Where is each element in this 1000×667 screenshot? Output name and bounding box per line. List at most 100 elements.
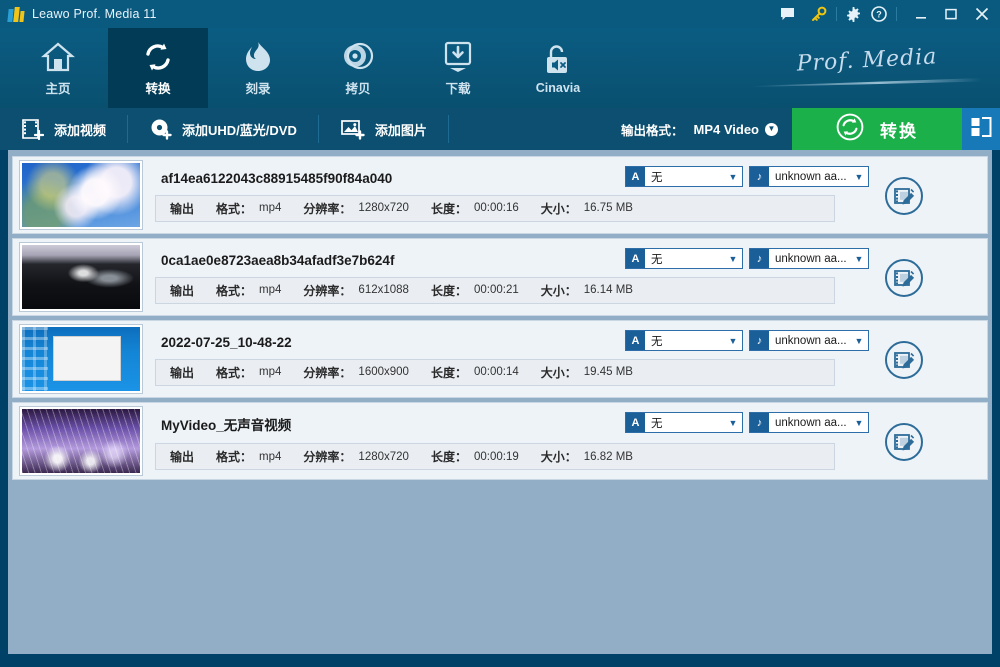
edit-video-button[interactable] <box>883 257 925 299</box>
resolution-label: 分辨率： <box>303 201 352 216</box>
convert-icon <box>142 39 174 73</box>
audio-select[interactable]: ♪ unknown aa... ▼ <box>749 330 869 351</box>
output-format-value-wrap[interactable]: MP4 Video ▼ <box>693 122 778 137</box>
subtitle-icon: A <box>626 249 645 268</box>
edit-video-button[interactable] <box>883 175 925 217</box>
add-photo-label: 添加图片 <box>374 122 427 138</box>
cinavia-icon <box>543 42 573 76</box>
title-bar-left: Leawo Prof. Media 11 <box>7 6 157 22</box>
close-icon[interactable] <box>966 0 998 28</box>
subtitle-select[interactable]: A 无 ▼ <box>625 248 743 269</box>
size-value: 19.45 MB <box>583 366 633 378</box>
nav-item-burn[interactable]: 刻录 <box>208 28 308 108</box>
home-icon <box>41 39 75 73</box>
add-disc-icon <box>150 118 172 140</box>
add-video-icon <box>22 118 44 140</box>
add-disc-label: 添加UHD/蓝光/DVD <box>182 122 297 138</box>
subtitle-value: 无 <box>651 171 663 184</box>
resolution-value: 1280x720 <box>358 202 409 214</box>
subtitle-select[interactable]: A 无 ▼ <box>625 412 743 433</box>
subtitle-value: 无 <box>651 335 663 348</box>
subtitle-icon: A <box>626 331 645 350</box>
audio-value: unknown aa... <box>775 416 847 429</box>
music-note-icon: ♪ <box>750 249 769 268</box>
size-label: 大小： <box>540 283 577 298</box>
chevron-down-icon: ▼ <box>728 171 738 182</box>
add-photo-button[interactable]: 添加图片 <box>319 108 449 150</box>
duration-label: 长度： <box>430 201 467 216</box>
app-title: Leawo Prof. Media 11 <box>32 7 157 21</box>
resolution-label: 分辨率： <box>303 283 352 298</box>
nav-item-home[interactable]: 主页 <box>8 28 108 108</box>
feedback-icon[interactable] <box>774 0 800 28</box>
output-label: 输出 <box>170 365 195 380</box>
convert-button-label: 转换 <box>880 121 918 141</box>
panel-layout-icon <box>970 116 992 143</box>
music-note-icon: ♪ <box>750 331 769 350</box>
main-nav: 主页 转换 刻录 拷贝 下载 Cinavia Prof. Media <box>0 28 1000 108</box>
edit-video-button[interactable] <box>883 339 925 381</box>
format-value: mp4 <box>259 284 282 296</box>
chevron-down-icon: ▼ <box>728 335 738 346</box>
audio-select[interactable]: ♪ unknown aa... ▼ <box>749 166 869 187</box>
size-label: 大小： <box>540 201 577 216</box>
minimize-icon[interactable] <box>906 0 936 28</box>
format-value: mp4 <box>259 366 282 378</box>
edit-video-button[interactable] <box>883 421 925 463</box>
file-info-bar: 输出 格式： mp4 分辨率： 1280x720 长度： 00:00:19 大小… <box>155 443 835 470</box>
format-label: 格式： <box>216 450 253 464</box>
duration-label: 长度： <box>430 450 467 464</box>
panel-layout-button[interactable] <box>962 108 1000 150</box>
table-row[interactable]: 0ca1ae0e8723aea8b34afadf3e7b624f 输出 格式： … <box>12 238 988 316</box>
table-row[interactable]: 2022-07-25_10-48-22 输出 格式： mp4 分辨率： 1600… <box>12 320 988 398</box>
audio-value: unknown aa... <box>775 170 847 183</box>
table-row[interactable]: MyVideo_无声音视频 输出 格式： mp4 分辨率： 1280x720 长… <box>12 402 988 480</box>
svg-text:?: ? <box>876 10 882 20</box>
output-label: 输出 <box>170 201 195 216</box>
help-icon[interactable]: ? <box>866 0 897 28</box>
convert-action-icon <box>836 113 864 146</box>
nav-item-home-label: 主页 <box>45 82 71 96</box>
nav-item-cinavia[interactable]: Cinavia <box>508 28 608 108</box>
video-thumbnail <box>19 160 143 230</box>
nav-item-copy-label: 拷贝 <box>345 82 371 96</box>
nav-item-download[interactable]: 下载 <box>408 28 508 108</box>
subtitle-value: 无 <box>651 253 663 266</box>
duration-value: 00:00:14 <box>473 366 519 378</box>
format-label: 格式： <box>216 365 253 380</box>
output-format[interactable]: 输出格式： MP4 Video ▼ <box>621 120 792 139</box>
key-icon[interactable] <box>806 0 837 28</box>
table-row[interactable]: af14ea6122043c88915485f90f84a040 输出 格式： … <box>12 156 988 234</box>
subtitle-select[interactable]: A 无 ▼ <box>625 330 743 351</box>
output-format-label: 输出格式： <box>620 123 684 138</box>
resolution-label: 分辨率： <box>303 450 352 464</box>
chevron-down-icon: ▼ <box>854 417 864 428</box>
chevron-down-icon: ▼ <box>854 171 864 182</box>
nav-item-convert[interactable]: 转换 <box>108 28 208 108</box>
size-label: 大小： <box>540 450 577 464</box>
output-format-value: MP4 Video <box>693 121 759 137</box>
audio-select[interactable]: ♪ unknown aa... ▼ <box>749 412 869 433</box>
add-disc-button[interactable]: 添加UHD/蓝光/DVD <box>128 108 319 150</box>
row-selectors: A 无 ▼ ♪ unknown aa... ▼ <box>625 166 869 187</box>
convert-button[interactable]: 转换 <box>792 108 962 150</box>
copy-icon <box>342 39 374 73</box>
audio-value: unknown aa... <box>775 252 847 265</box>
brand-logo: Prof. Media <box>752 44 982 104</box>
music-note-icon: ♪ <box>750 413 769 432</box>
add-photo-icon <box>341 118 365 140</box>
nav-item-copy[interactable]: 拷贝 <box>308 28 408 108</box>
nav-item-convert-label: 转换 <box>145 82 171 96</box>
chevron-down-icon: ▼ <box>765 122 778 136</box>
add-video-button[interactable]: 添加视频 <box>0 108 129 150</box>
gear-icon[interactable] <box>840 0 866 28</box>
maximize-icon[interactable] <box>936 0 966 28</box>
app-window: Leawo Prof. Media 11 ? 主页 转换 刻录 拷贝 下载 Ci… <box>0 0 1000 667</box>
row-selectors: A 无 ▼ ♪ unknown aa... ▼ <box>625 248 869 269</box>
subtitle-select[interactable]: A 无 ▼ <box>625 166 743 187</box>
format-label: 格式： <box>216 283 253 298</box>
chevron-down-icon: ▼ <box>854 335 864 346</box>
title-bar-controls: ? <box>774 0 998 28</box>
audio-select[interactable]: ♪ unknown aa... ▼ <box>749 248 869 269</box>
music-note-icon: ♪ <box>750 167 769 186</box>
